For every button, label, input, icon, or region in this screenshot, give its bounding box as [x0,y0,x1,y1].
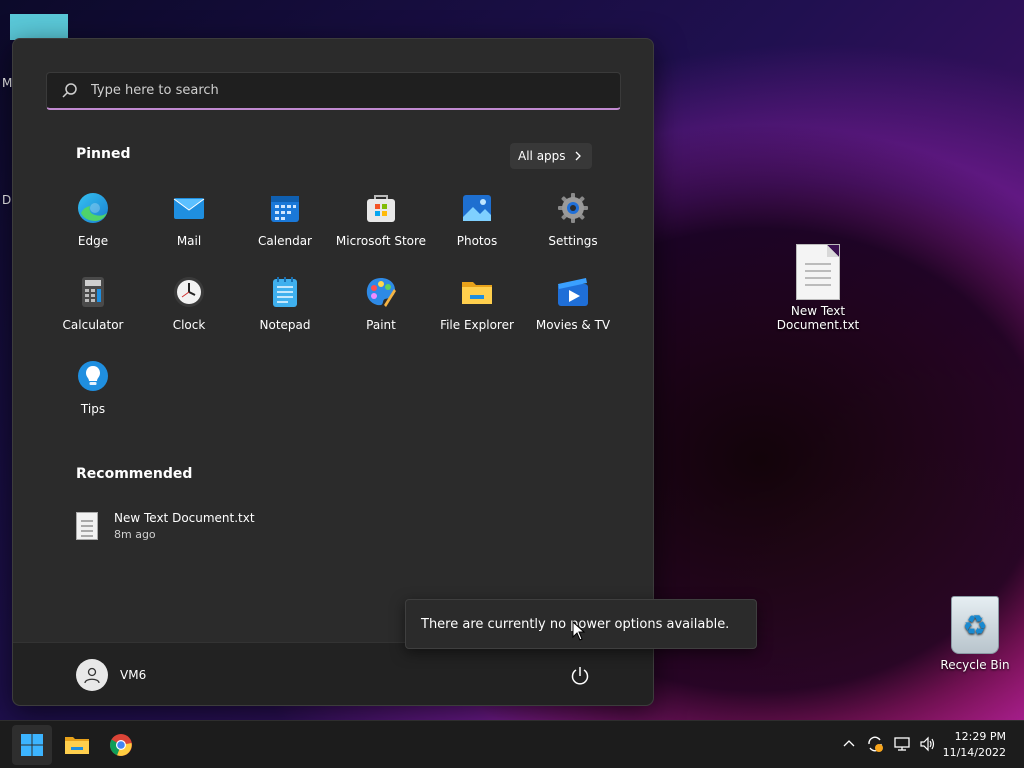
app-label: Paint [366,318,396,332]
notepad-icon [273,277,297,307]
app-label: Settings [548,234,598,248]
pinned-app-photos[interactable]: Photos [429,187,525,263]
text-file-icon [76,512,98,540]
pinned-app-paint[interactable]: Paint [333,271,429,347]
recycle-bin-icon: ♻ [951,596,999,654]
user-icon [84,667,100,684]
pinned-app-settings[interactable]: Settings [525,187,621,263]
app-label: Photos [456,234,498,248]
pinned-app-movies-tv[interactable]: Movies & TV [525,271,621,347]
taskbar-file-explorer-button[interactable] [57,725,97,765]
taskbar-clock[interactable]: 12:29 PM 11/14/2022 [943,729,1006,761]
mouse-cursor-icon [572,621,586,641]
lightbulb-icon [78,361,108,391]
recommended-title: Recommended [76,466,193,482]
pinned-app-calendar[interactable]: Calendar [237,187,333,263]
start-menu-footer: VM6 [13,642,653,705]
chrome-icon [109,734,132,756]
user-name: VM6 [120,668,147,682]
app-label: File Explorer [440,318,514,332]
app-label: Movies & TV [535,318,611,332]
app-label: Tips [80,402,106,416]
update-icon[interactable] [866,735,884,753]
app-label: Calculator [62,318,124,332]
paint-icon [366,278,396,307]
taskbar-chrome-button[interactable] [101,725,141,765]
movies-icon [558,278,588,306]
volume-icon[interactable] [919,736,937,752]
text-file-icon [796,244,840,300]
app-label: Notepad [259,318,311,332]
clock-time: 12:29 PM [954,730,1006,743]
taskbar: 12:29 PM 11/14/2022 [0,720,1024,768]
mail-icon [173,198,205,219]
user-account-button[interactable]: VM6 [76,659,146,691]
desktop-icon-label: Recycle Bin [940,658,1010,672]
store-icon [367,195,395,222]
pinned-app-edge[interactable]: Edge [45,187,141,263]
pinned-app-file-explorer[interactable]: File Explorer [429,271,525,347]
desktop-icon-text-document[interactable]: New Text Document.txt [773,244,863,332]
app-label: Clock [172,318,206,332]
all-apps-button[interactable]: All apps [510,143,592,169]
app-label: Edge [77,234,109,248]
settings-icon [558,193,588,223]
system-tray [842,735,937,753]
chevron-up-icon[interactable] [842,737,856,751]
recommended-item-name: New Text Document.txt [114,511,255,525]
search-icon [62,82,77,98]
all-apps-label: All apps [518,149,566,163]
pinned-app-microsoft-store[interactable]: Microsoft Store [333,187,429,263]
pinned-app-clock[interactable]: Clock [141,271,237,347]
desktop-icon-label: New Text Document.txt [776,304,860,332]
chevron-right-icon [575,151,581,161]
clock-date: 11/14/2022 [942,746,1006,759]
photos-icon [463,195,491,221]
calculator-icon [82,277,104,307]
desktop-icon-recycle-bin[interactable]: ♻ Recycle Bin [930,596,1020,672]
search-box[interactable] [46,72,621,110]
search-input[interactable] [91,83,591,98]
pinned-app-mail[interactable]: Mail [141,187,237,263]
app-label: Microsoft Store [335,234,427,248]
recommended-item-time: 8m ago [114,528,156,541]
network-icon[interactable] [893,736,911,752]
windows-logo-icon [21,734,43,756]
pinned-title: Pinned [76,146,131,162]
recommended-item[interactable]: New Text Document.txt 8m ago [76,511,255,541]
calendar-icon [271,196,299,222]
desktop-partial-label: M [2,76,13,90]
desktop-partial-icon[interactable] [10,14,68,40]
folder-icon [462,282,492,304]
pinned-app-tips[interactable]: Tips [45,355,141,431]
app-label: Mail [176,234,202,248]
avatar [76,659,108,691]
pinned-app-calculator[interactable]: Calculator [45,271,141,347]
power-icon[interactable] [569,665,591,687]
app-label: Calendar [258,234,312,248]
edge-icon [78,193,108,223]
clock-icon [174,277,204,307]
folder-icon [65,737,89,754]
start-button[interactable] [12,725,52,765]
pinned-app-notepad[interactable]: Notepad [237,271,333,347]
